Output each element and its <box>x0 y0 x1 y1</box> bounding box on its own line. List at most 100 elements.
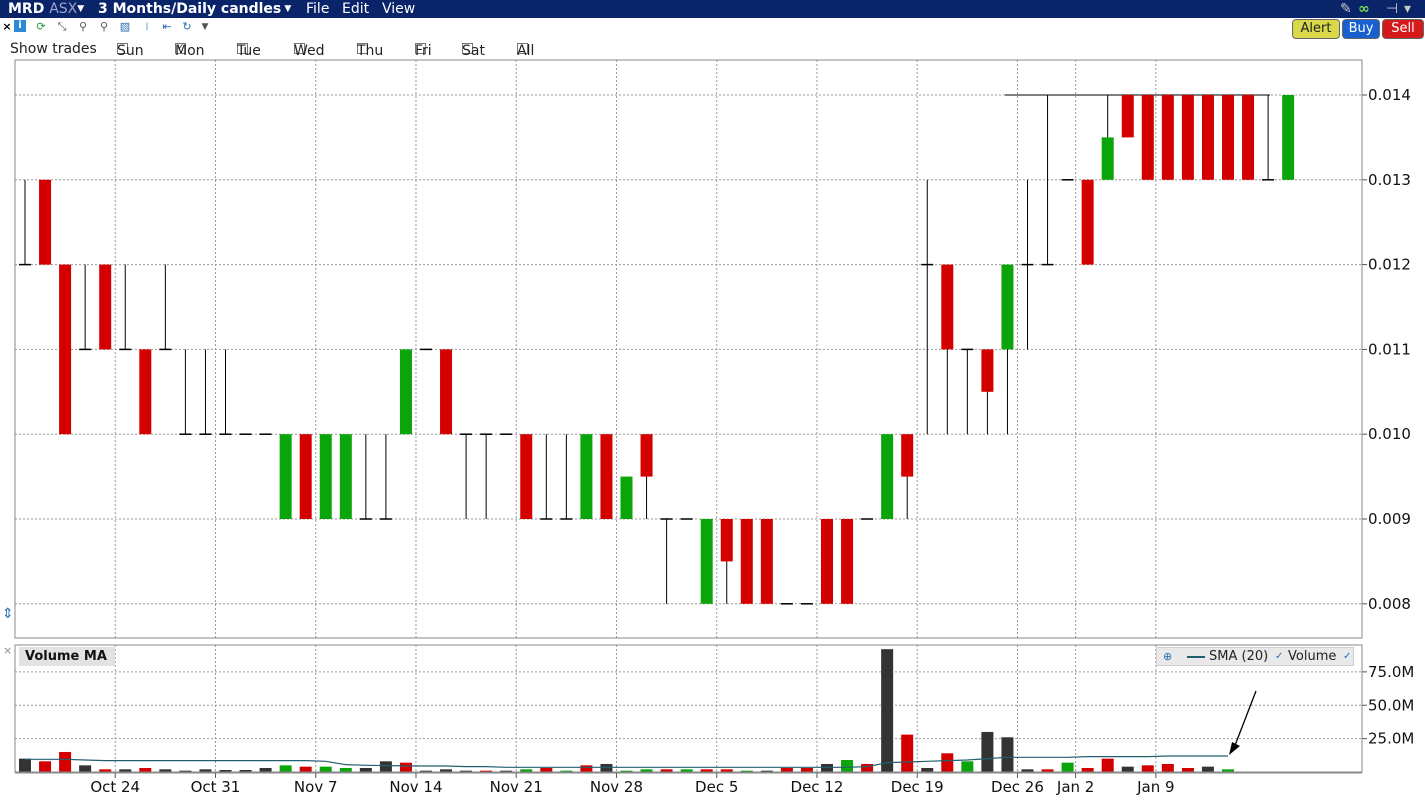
volume-bar <box>800 767 813 772</box>
candle <box>1021 179 1034 350</box>
volume-bar <box>1061 762 1074 772</box>
candle-body <box>1081 179 1094 265</box>
x-tick-label: Nov 14 <box>389 778 442 796</box>
candle <box>1282 95 1295 180</box>
volume-bar <box>1001 737 1014 772</box>
candle <box>440 349 453 435</box>
volume-tick-label: 50.0M <box>1368 696 1414 714</box>
x-tick-label: Nov 7 <box>294 778 338 796</box>
candle <box>19 179 31 266</box>
x-tick-label: Oct 24 <box>90 778 140 796</box>
volume-bar <box>921 767 934 772</box>
candle-body <box>700 519 713 604</box>
sma-line <box>25 755 1228 768</box>
candle-body <box>720 519 733 562</box>
volume-bar <box>39 761 52 772</box>
candle <box>359 434 372 520</box>
volume-tick-label: 75.0M <box>1368 663 1414 681</box>
candle-body <box>620 476 633 519</box>
checkmark-icon[interactable]: ✓ <box>1275 648 1283 665</box>
volume-bar <box>600 763 613 772</box>
candle <box>1141 95 1154 180</box>
candle <box>540 434 553 520</box>
candle <box>1121 95 1134 138</box>
volume-bar <box>339 767 352 772</box>
candle-body <box>39 179 52 265</box>
volume-bar <box>1181 767 1194 772</box>
volume-bar <box>580 765 593 772</box>
candle <box>560 434 573 520</box>
volume-bar <box>1101 758 1114 772</box>
candle <box>460 433 473 519</box>
annotation-arrow-head <box>1229 742 1240 755</box>
legend-sma[interactable]: SMA (20) <box>1209 648 1268 665</box>
volume-bar <box>861 763 874 772</box>
volume-bar <box>981 731 994 772</box>
volume-bar <box>59 751 72 772</box>
candle <box>379 434 392 520</box>
candle <box>580 434 593 519</box>
candle-body <box>279 434 292 519</box>
price-tick-label: 0.010 <box>1368 425 1411 443</box>
candle <box>1181 95 1194 180</box>
candle <box>59 264 72 435</box>
candle <box>841 519 854 604</box>
candle-body <box>1121 95 1134 138</box>
volume-bar <box>961 761 974 772</box>
candle <box>1001 264 1014 435</box>
candle-body <box>740 519 753 604</box>
close-panel-icon[interactable]: × <box>3 644 12 657</box>
volume-bar <box>1121 766 1134 772</box>
candle-body <box>821 519 833 604</box>
panel-resize-icon[interactable]: ⇕ <box>2 606 14 622</box>
volume-bar <box>279 765 292 772</box>
candle <box>219 349 232 435</box>
candle <box>299 434 312 519</box>
candle-body <box>1242 95 1255 180</box>
candle <box>760 519 773 604</box>
chart-canvas[interactable]: 0.014 0.013 0.012 0.011 0.010 0.009 0.008 Oct 2… <box>0 0 1425 802</box>
candle <box>600 434 613 519</box>
candle-body <box>941 264 954 350</box>
candle-body <box>1222 95 1234 180</box>
candle <box>1201 95 1214 180</box>
candle-body <box>881 434 894 519</box>
candle <box>279 434 292 519</box>
candle-body <box>901 434 914 477</box>
candle <box>399 349 412 435</box>
legend-volume[interactable]: Volume <box>1288 648 1336 665</box>
candle <box>1161 95 1174 180</box>
volume-bar <box>379 761 392 772</box>
candle-body <box>580 434 593 519</box>
candle-body <box>981 349 994 392</box>
candle-body <box>59 264 72 435</box>
candle <box>199 349 212 435</box>
candle-body <box>1201 95 1214 180</box>
volume-bar <box>780 767 793 772</box>
volume-bar <box>259 767 272 772</box>
candle-body <box>1001 264 1014 350</box>
volume-bar <box>139 767 152 772</box>
candle <box>319 434 332 519</box>
candle-body <box>339 434 352 519</box>
checkmark-icon[interactable]: ✓ <box>1343 648 1351 665</box>
candle <box>139 349 152 435</box>
candle-body <box>520 434 533 519</box>
candle <box>179 349 192 435</box>
candle <box>1222 95 1234 180</box>
candle <box>821 519 833 604</box>
candle-body <box>1161 95 1174 180</box>
candle <box>961 348 974 435</box>
candle-body <box>99 264 112 350</box>
volume-bar <box>901 734 914 772</box>
price-tick-label: 0.011 <box>1368 340 1411 358</box>
volume-bar <box>359 767 372 772</box>
candle <box>1101 95 1114 180</box>
price-tick-label: 0.013 <box>1368 171 1411 189</box>
legend-settings-icon[interactable]: ⊕ <box>1163 648 1172 665</box>
candle-body <box>319 434 332 519</box>
x-tick-label: Jan 9 <box>1136 778 1174 796</box>
candle-body <box>600 434 613 519</box>
price-tick-label: 0.014 <box>1368 86 1411 104</box>
volume-tick-label: 25.0M <box>1368 730 1414 748</box>
